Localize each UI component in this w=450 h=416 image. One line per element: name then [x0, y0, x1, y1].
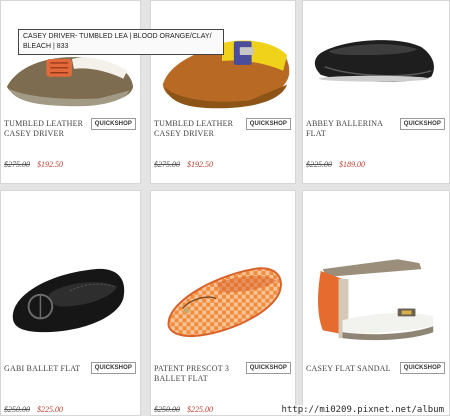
sale-price: $192.50 — [37, 160, 63, 169]
product-prices: $250.00 $225.00 — [154, 405, 213, 414]
product-prices: $275.00 $192.50 — [4, 160, 63, 169]
quickshop-button[interactable]: QUICKSHOP — [399, 118, 445, 130]
original-price: $275.00 — [4, 160, 30, 169]
product-name[interactable]: CASEY FLAT SANDAL — [306, 364, 394, 374]
product-prices: $275.00 $192.50 — [154, 160, 213, 169]
product-card[interactable]: TUMBLED LEATHER CASEY DRIVER QUICKSHOP $… — [0, 0, 141, 184]
original-price: $225.00 — [306, 160, 332, 169]
product-name[interactable]: ABBEY BALLERINA FLAT — [306, 119, 394, 139]
quickshop-button[interactable]: QUICKSHOP — [90, 118, 136, 130]
ballet-flat-black-logo-icon — [12, 268, 125, 333]
product-card[interactable]: TUMBLED LEATHER CASEY DRIVER QUICKSHOP $… — [150, 0, 296, 184]
sale-price: $189.00 — [339, 160, 365, 169]
quickshop-button[interactable]: QUICKSHOP — [399, 362, 445, 374]
sale-price: $192.50 — [187, 160, 213, 169]
product-grid: TUMBLED LEATHER CASEY DRIVER QUICKSHOP $… — [0, 0, 450, 416]
t-strap-sandal-icon — [318, 259, 434, 341]
woven-ballet-flat-orange-icon — [167, 267, 282, 338]
original-price: $275.00 — [154, 160, 180, 169]
product-name[interactable]: TUMBLED LEATHER CASEY DRIVER — [154, 119, 242, 139]
watermark: http://mi0209.pixnet.net/album — [279, 405, 446, 415]
product-image[interactable] — [151, 195, 295, 355]
ballerina-flat-black-icon — [314, 40, 434, 82]
product-card[interactable]: PATENT PRESCOT 3 BALLET FLAT QUICKSHOP $… — [150, 190, 296, 416]
product-card[interactable]: ABBEY BALLERINA FLAT QUICKSHOP $225.00 $… — [302, 0, 450, 184]
product-image[interactable] — [1, 195, 140, 355]
product-image[interactable] — [151, 1, 295, 113]
product-image[interactable] — [1, 1, 140, 113]
sale-price: $225.00 — [37, 405, 63, 414]
product-name[interactable]: TUMBLED LEATHER CASEY DRIVER — [4, 119, 92, 139]
quickshop-button[interactable]: QUICKSHOP — [245, 118, 291, 130]
quickshop-button[interactable]: QUICKSHOP — [245, 362, 291, 374]
driver-shoe-green-orange-icon — [6, 57, 134, 107]
product-image[interactable] — [303, 1, 449, 113]
product-name[interactable]: PATENT PRESCOT 3 BALLET FLAT — [154, 364, 242, 384]
quickshop-button[interactable]: QUICKSHOP — [90, 362, 136, 374]
product-tooltip: CASEY DRIVER- TUMBLED LEA | BLOOD ORANGE… — [18, 29, 224, 55]
original-price: $250.00 — [4, 405, 30, 414]
product-image[interactable] — [303, 195, 449, 355]
original-price: $250.00 — [154, 405, 180, 414]
product-prices: $225.00 $189.00 — [306, 160, 365, 169]
driver-shoe-yellow-brown-icon — [162, 40, 290, 109]
product-name[interactable]: GABI BALLET FLAT — [4, 364, 92, 374]
product-card[interactable]: CASEY FLAT SANDAL QUICKSHOP — [302, 190, 450, 416]
product-prices: $250.00 $225.00 — [4, 405, 63, 414]
product-card[interactable]: GABI BALLET FLAT QUICKSHOP $250.00 $225.… — [0, 190, 141, 416]
sale-price: $225.00 — [187, 405, 213, 414]
